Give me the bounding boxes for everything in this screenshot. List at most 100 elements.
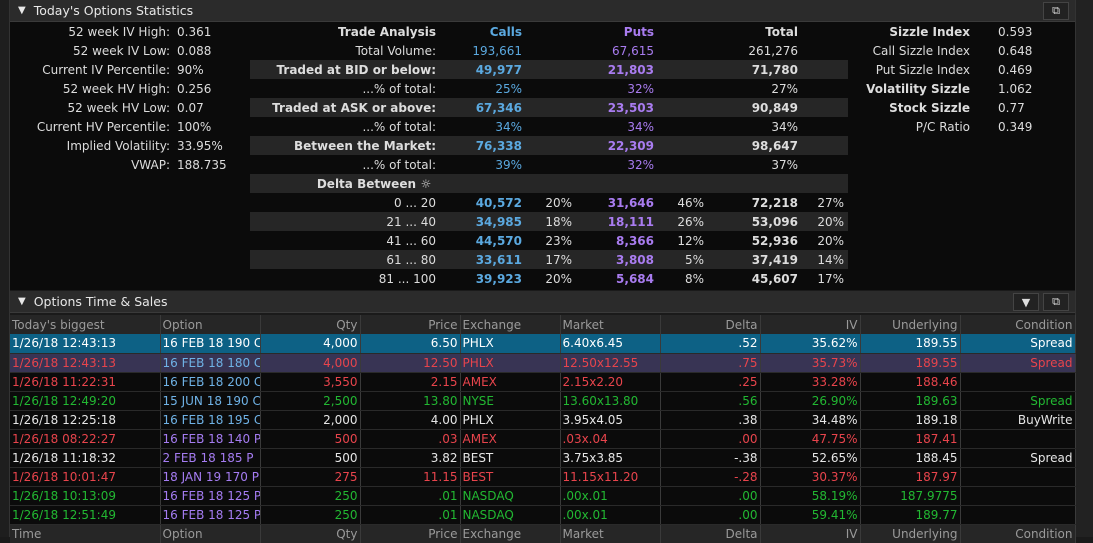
stat-value: 90% — [177, 62, 204, 77]
trade-cell-delta: .00 — [660, 505, 761, 525]
column-header-delta[interactable]: Delta — [660, 524, 761, 543]
stat-value: 0.648 — [998, 43, 1033, 58]
trade-cell-market: .03x.04 — [560, 429, 661, 449]
column-header-time[interactable]: Time — [10, 524, 161, 543]
stat-label: Volatility Sizzle — [866, 81, 970, 96]
stat-row: VWAP: 188.735 — [10, 155, 250, 174]
trade-cell-condition — [960, 372, 1076, 392]
stat-row: 52 week IV High: 0.361 — [10, 22, 250, 41]
trade-cell-exchange: BEST — [460, 467, 561, 487]
filter-icon[interactable]: ▼ — [1013, 293, 1039, 311]
trade-cell-option: 16 FEB 18 190 C — [160, 334, 261, 354]
column-header-exchange[interactable]: Exchange — [460, 524, 561, 543]
calls-value: 34% — [495, 119, 522, 134]
trade-row[interactable]: 1/26/18 10:13:09 16 FEB 18 125 P 250.01 NAS… — [10, 486, 1076, 506]
row-label: Between the Market: — [294, 138, 436, 153]
popout-icon[interactable]: ⧉ — [1043, 293, 1069, 311]
stat-label: 52 week IV Low: — [72, 43, 170, 58]
trade-cell-price: 3.82 — [360, 448, 461, 468]
column-header-condition[interactable]: Condition — [960, 315, 1076, 334]
column-header-option[interactable]: Option — [160, 524, 261, 543]
trade-analysis-row: ...% of total: 39% 32% 37% — [250, 155, 848, 174]
trade-cell-condition — [960, 486, 1076, 506]
puts-value: 18,111 — [607, 214, 654, 229]
trade-row[interactable]: 1/26/18 12:25:18 16 FEB 18 195 C 2,000 4.00… — [10, 410, 1076, 430]
column-header-condition[interactable]: Condition — [960, 524, 1076, 543]
trade-cell-time: 1/26/18 12:49:20 — [10, 391, 161, 411]
trade-cell-time: 1/26/18 08:22:27 — [10, 429, 161, 449]
vertical-scrollbar[interactable] — [1075, 0, 1093, 537]
column-header-option[interactable]: Option — [160, 315, 261, 334]
row-label: ...% of total: — [362, 119, 436, 134]
options-statistics: 52 week IV High: 0.361 52 week IV Low: 0.08… — [10, 22, 1075, 290]
trade-cell-underlying: 188.45 — [860, 448, 961, 468]
trade-cell-market: 3.95x4.05 — [560, 410, 661, 430]
trade-cell-iv: 58.19% — [760, 486, 861, 506]
stat-row: Stock Sizzle 0.77 — [850, 98, 1075, 117]
total-value: 98,647 — [751, 138, 798, 153]
stats-panel-header[interactable]: ▼ Today's Options Statistics ⧉ — [10, 0, 1075, 22]
column-header-market[interactable]: Market — [560, 315, 661, 334]
popout-icon[interactable]: ⧉ — [1043, 2, 1069, 20]
trade-cell-time: 1/26/18 11:22:31 — [10, 372, 161, 392]
stat-label: 52 week IV High: — [68, 24, 170, 39]
trade-cell-underlying: 188.46 — [860, 372, 961, 392]
sizzle-stats: Sizzle Index 0.593 Call Sizzle Index 0.648 P… — [850, 22, 1075, 136]
trade-row[interactable]: 1/26/18 12:49:20 15 JUN 18 190 C 2,500 13.8… — [10, 391, 1076, 411]
trade-cell-underlying: 187.9775 — [860, 486, 961, 506]
trade-cell-iv: 30.37% — [760, 467, 861, 487]
column-header-iv[interactable]: IV — [760, 524, 861, 543]
chevron-down-icon[interactable]: ▼ — [18, 5, 26, 16]
puts-value: 31,646 — [607, 195, 654, 210]
trade-cell-option: 2 FEB 18 185 P — [160, 448, 261, 468]
column-header-qty[interactable]: Qty — [260, 524, 361, 543]
stat-row: 52 week HV Low: 0.07 — [10, 98, 250, 117]
calls-value: 33,611 — [475, 252, 522, 267]
column-header-price[interactable]: Price — [360, 524, 461, 543]
column-header-underlying[interactable]: Underlying — [860, 524, 961, 543]
stat-label: Put Sizzle Index — [875, 62, 970, 77]
trade-cell-time: 1/26/18 12:51:49 — [10, 505, 161, 525]
trade-row[interactable]: 1/26/18 12:51:49 16 FEB 18 125 P 250.01 NAS… — [10, 505, 1076, 525]
column-header-iv[interactable]: IV — [760, 315, 861, 334]
trade-row[interactable]: 1/26/18 10:01:47 18 JAN 19 170 P 275 11.15 B… — [10, 467, 1076, 487]
trade-cell-market: .00x.01 — [560, 486, 661, 506]
chevron-down-icon[interactable]: ▼ — [18, 296, 26, 307]
trade-analysis-row: Traded at BID or below: 49,977 21,803 71,78… — [250, 60, 848, 79]
column-header-market[interactable]: Market — [560, 524, 661, 543]
time-and-sales-table: Today's biggest Option Qty Price Exchange Mar… — [10, 315, 1076, 543]
gear-icon[interactable]: ☼ — [416, 177, 436, 191]
column-header-today-s-biggest[interactable]: Today's biggest — [10, 315, 161, 334]
row-label: Traded at BID or below: — [276, 62, 436, 77]
column-header-qty[interactable]: Qty — [260, 315, 361, 334]
trade-cell-qty: 4,000 — [260, 353, 361, 373]
ts-panel-header[interactable]: ▼ Options Time & Sales ▼ ⧉ — [10, 291, 1075, 313]
trade-cell-underlying: 187.97 — [860, 467, 961, 487]
column-header-underlying[interactable]: Underlying — [860, 315, 961, 334]
trade-row[interactable]: 1/26/18 11:18:32 2 FEB 18 185 P 500 3.82 BES… — [10, 448, 1076, 468]
puts-value: 23,503 — [607, 100, 654, 115]
trade-cell-iv: 52.65% — [760, 448, 861, 468]
trade-row[interactable]: 1/26/18 12:43:13 16 FEB 18 190 C 4,000 6.50… — [10, 334, 1076, 354]
puts-percent: 5% — [684, 252, 704, 267]
column-header-price[interactable]: Price — [360, 315, 461, 334]
trade-cell-time: 1/26/18 12:43:13 — [10, 353, 161, 373]
trade-analysis-row: Total Volume: 193,661 67,615 261,276 — [250, 41, 848, 60]
column-header-exchange[interactable]: Exchange — [460, 315, 561, 334]
trade-cell-qty: 500 — [260, 448, 361, 468]
left-splitter[interactable] — [0, 0, 10, 537]
stats-panel-title: Today's Options Statistics — [33, 3, 194, 18]
trade-cell-iv: 47.75% — [760, 429, 861, 449]
trade-row[interactable]: 1/26/18 08:22:27 16 FEB 18 140 P 500.03 AME… — [10, 429, 1076, 449]
trade-cell-price: 4.00 — [360, 410, 461, 430]
trade-row[interactable]: 1/26/18 12:43:13 16 FEB 18 180 C 4,000 12.5… — [10, 353, 1076, 373]
stat-row: Sizzle Index 0.593 — [850, 22, 1075, 41]
total-value: 53,096 — [751, 214, 798, 229]
stat-label: Sizzle Index — [889, 24, 970, 39]
trade-cell-exchange: AMEX — [460, 372, 561, 392]
total-percent: 14% — [817, 252, 844, 267]
column-header-delta[interactable]: Delta — [660, 315, 761, 334]
trade-cell-delta: .25 — [660, 372, 761, 392]
stat-value: 0.593 — [998, 24, 1033, 39]
trade-row[interactable]: 1/26/18 11:22:31 16 FEB 18 200 C 3,550 2.15… — [10, 372, 1076, 392]
